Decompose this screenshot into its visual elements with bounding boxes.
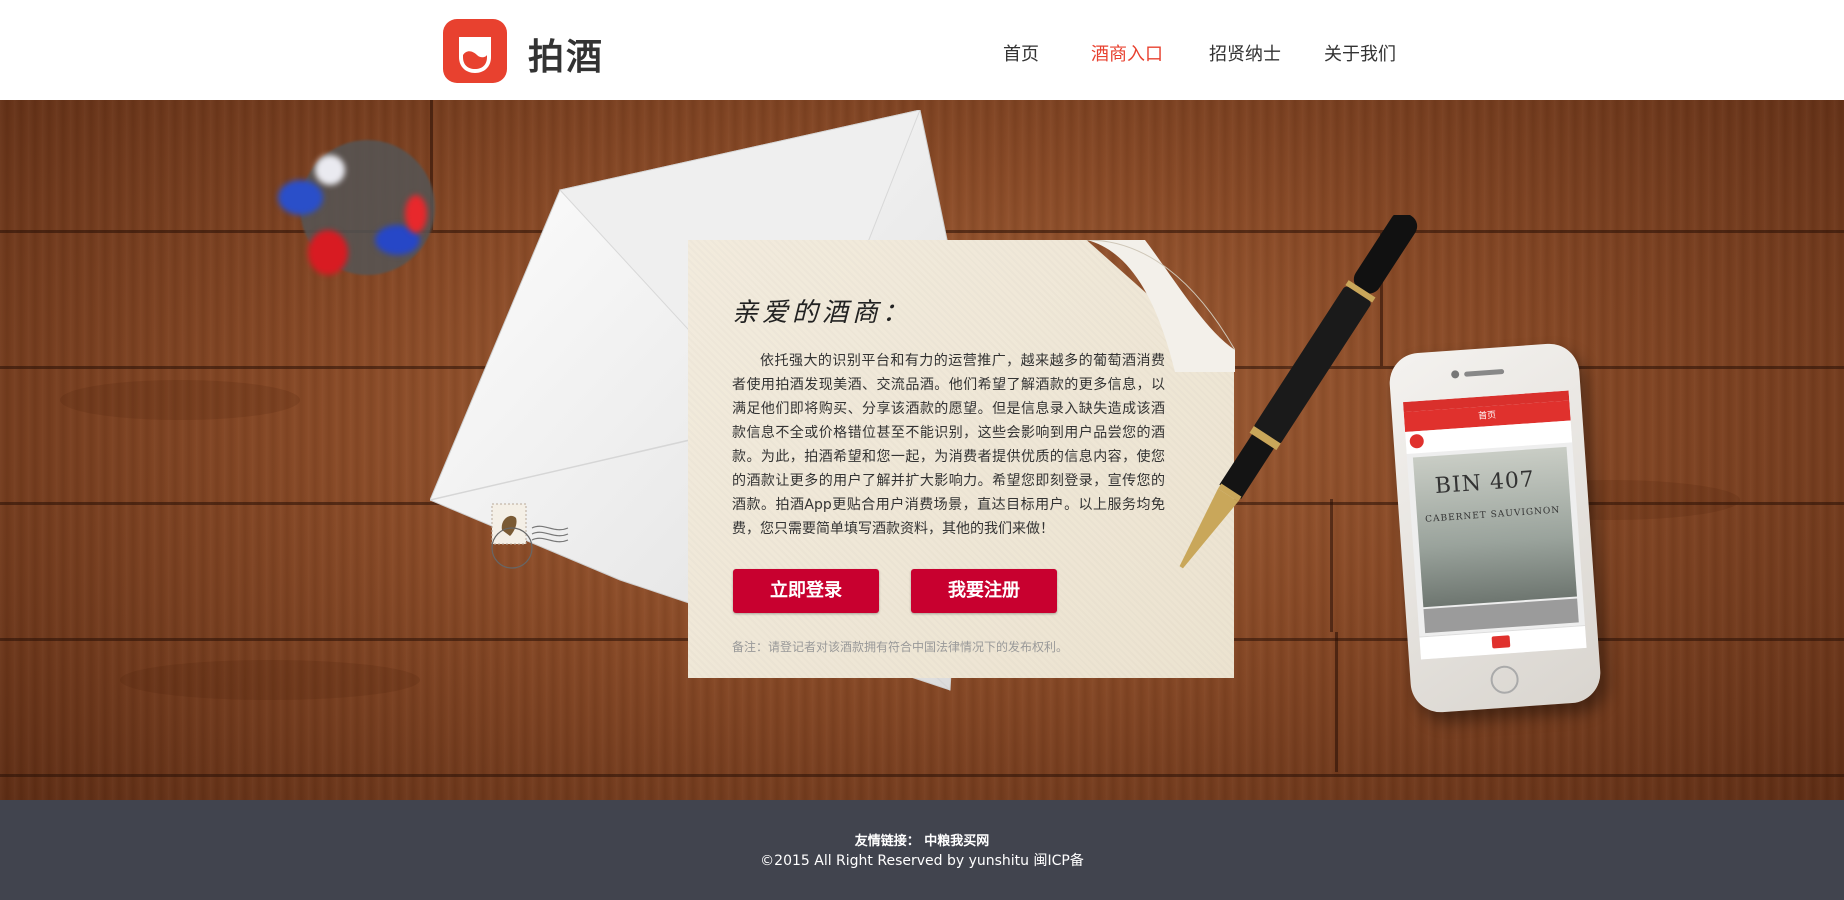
nav-item-careers[interactable]: 招贤纳士	[1209, 40, 1281, 66]
footer-links: 友情链接： 中粮我买网	[0, 830, 1844, 849]
phone-speaker-icon	[1464, 368, 1505, 377]
wood-grain	[120, 660, 420, 700]
camera-tab-icon	[1491, 635, 1511, 649]
nav-item-about[interactable]: 关于我们	[1324, 40, 1396, 66]
nav-item-home[interactable]: 首页	[1003, 40, 1039, 66]
phone-screen: 首页 BIN 407 CABERNET SAUVIGNON	[1402, 390, 1587, 660]
login-button[interactable]: 立即登录	[733, 569, 879, 613]
footer-copyright: ©2015 All Right Reserved by yunshitu 闽IC…	[760, 853, 1084, 869]
nav-item-merchant-entry[interactable]: 酒商入口	[1091, 40, 1163, 66]
phone-home-button-icon	[1489, 664, 1520, 695]
site-header: 拍酒 首页 酒商入口 招贤纳士 关于我们	[0, 0, 1844, 100]
phone-mockup-image: 首页 BIN 407 CABERNET SAUVIGNON	[1387, 341, 1603, 715]
hero-banner: 亲爱的酒商： 依托强大的识别平台和有力的运营推广，越来越多的葡萄酒消费者使用拍酒…	[0, 100, 1844, 800]
postage-stamp-icon	[491, 503, 569, 569]
avatar	[1409, 433, 1425, 449]
brand-logo-icon[interactable]	[443, 19, 507, 83]
letter-note: 备注：请登记者对该酒款拥有符合中国法律情况下的发布权利。	[732, 640, 1069, 654]
footer-links-label: 友情链接：	[854, 834, 920, 849]
pen-holder-image	[405, 195, 427, 233]
footer-link-womai[interactable]: 中粮我买网	[924, 834, 989, 849]
phone-camera-icon	[1450, 370, 1460, 379]
register-button[interactable]: 我要注册	[911, 569, 1057, 613]
wood-grain	[60, 380, 300, 420]
pen-holder-image	[315, 155, 345, 185]
wine-label-title: BIN 407	[1434, 467, 1536, 500]
wine-label-photo: BIN 407 CABERNET SAUVIGNON	[1412, 446, 1577, 608]
pen-holder-image	[278, 180, 323, 215]
letter-body: 依托强大的识别平台和有力的运营推广，越来越多的葡萄酒消费者使用拍酒发现美酒、交流…	[732, 353, 1165, 537]
wine-label-subtitle: CABERNET SAUVIGNON	[1424, 505, 1561, 525]
brand-name[interactable]: 拍酒	[528, 28, 604, 80]
letter-greeting: 亲爱的酒商：	[732, 298, 913, 328]
pen-holder-image	[308, 230, 348, 275]
